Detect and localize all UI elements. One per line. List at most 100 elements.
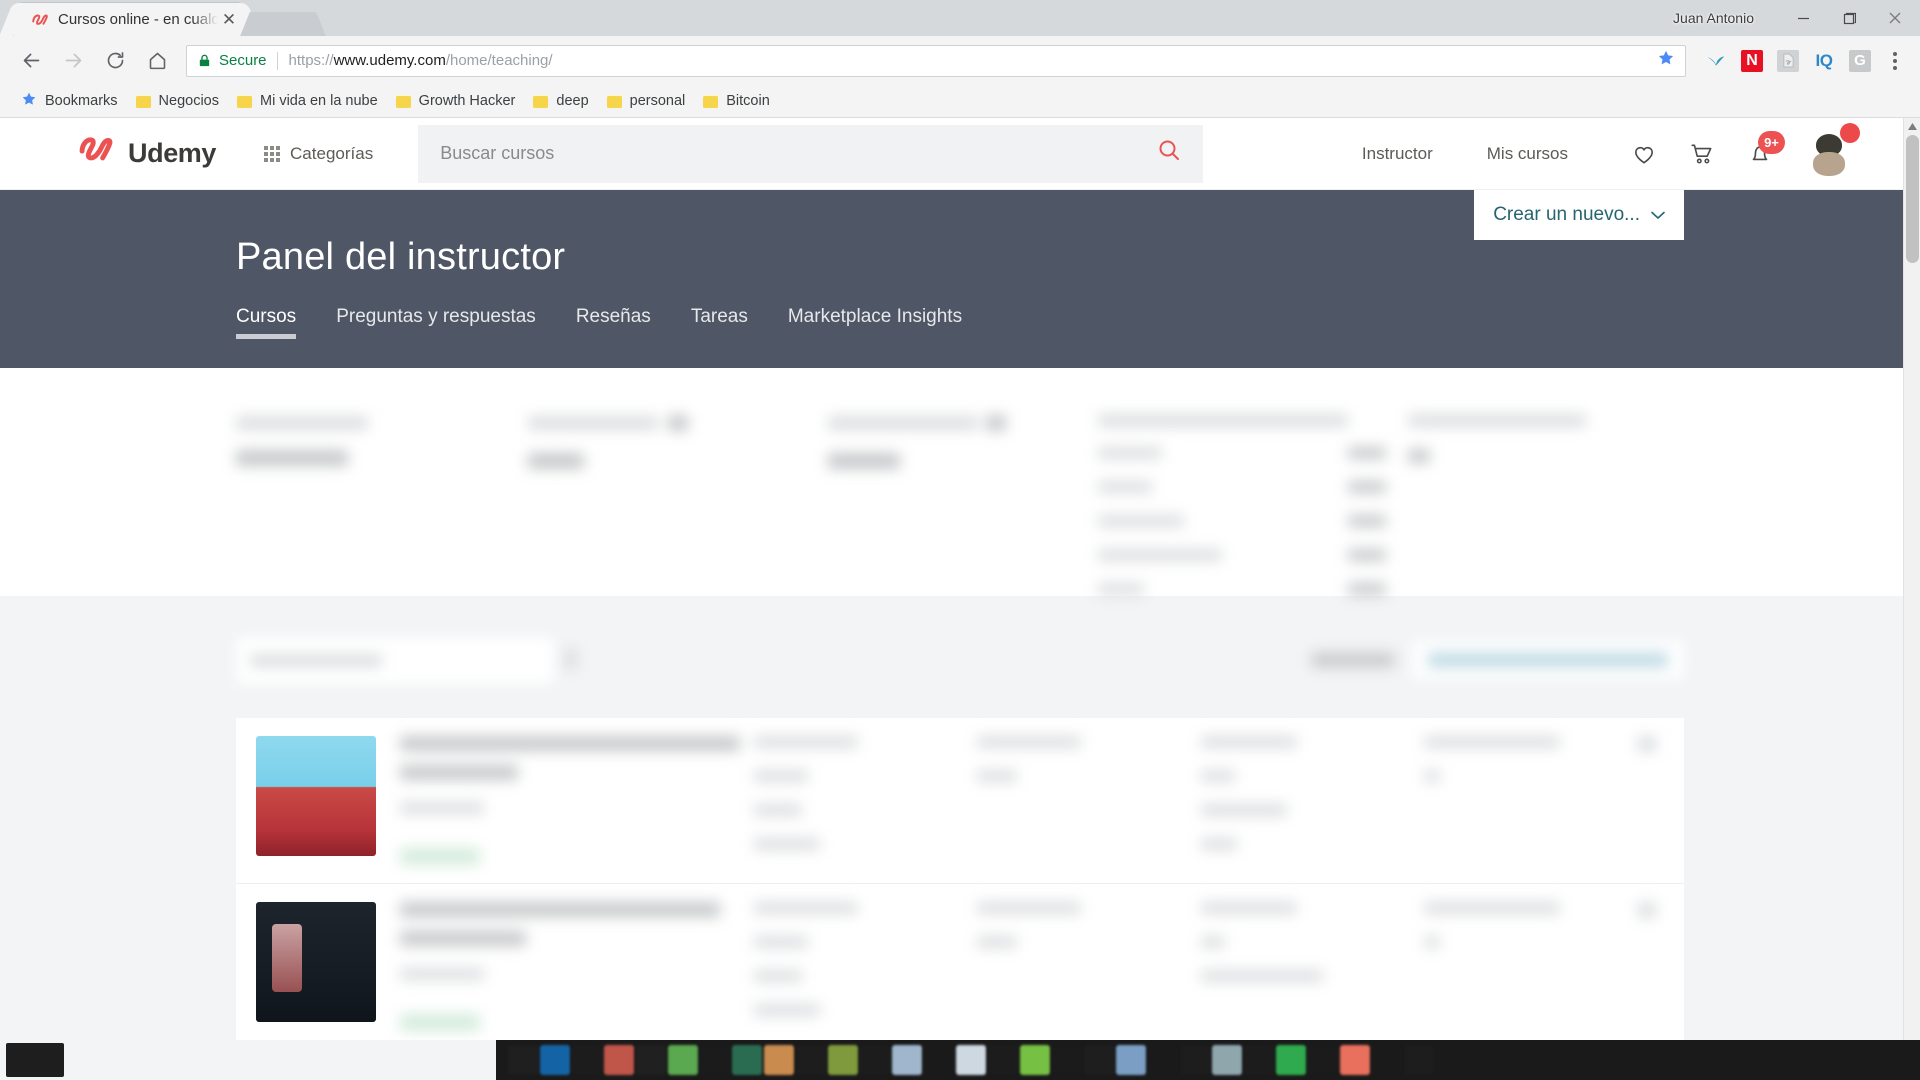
back-icon[interactable] (10, 40, 52, 82)
instructor-hero: Panel del instructor Cursos Preguntas y … (0, 190, 1920, 368)
swoosh-extension-icon[interactable] (1700, 45, 1732, 77)
home-icon[interactable] (136, 40, 178, 82)
bell-icon[interactable]: 9+ (1738, 130, 1785, 176)
course-metrics (744, 902, 1638, 1031)
avatar[interactable] (1800, 122, 1860, 183)
maximize-button[interactable] (1826, 3, 1872, 34)
search-input[interactable]: Buscar cursos (418, 124, 1204, 183)
table-row[interactable] (236, 718, 1684, 884)
tab-preguntas-y-respuestas[interactable]: Preguntas y respuestas (336, 306, 536, 339)
new-tab-placeholder[interactable] (252, 12, 314, 36)
iq-glyph: IQ (1815, 50, 1833, 70)
url-path: /home/teaching/ (445, 52, 553, 69)
taskbar-icon[interactable] (540, 1045, 570, 1075)
course-search-input[interactable] (236, 636, 554, 684)
page-viewport: Udemy Categorías Buscar cursos Instructo… (0, 118, 1920, 1080)
bookmark-star-icon[interactable] (1657, 49, 1675, 72)
taskbar-thumbnail[interactable] (6, 1043, 64, 1077)
close-window-button[interactable] (1872, 3, 1918, 34)
course-metric-col (1191, 736, 1415, 865)
taskbar-icon[interactable] (636, 1045, 666, 1075)
tab-resenas[interactable]: Reseñas (576, 306, 651, 339)
taskbar-icon[interactable] (1340, 1045, 1370, 1075)
tab-cursos[interactable]: Cursos (236, 306, 297, 339)
course-row-menu-icon[interactable] (1638, 736, 1664, 865)
taskbar-icon[interactable] (828, 1045, 858, 1075)
search-placeholder: Buscar cursos (440, 143, 555, 163)
taskbar-icon[interactable] (700, 1045, 730, 1075)
udemy-favicon (30, 10, 50, 30)
taskbar-icon[interactable] (1180, 1045, 1210, 1075)
course-metric-col (744, 902, 968, 1031)
create-new-button[interactable]: Crear un nuevo... (1474, 190, 1684, 240)
taskbar-icon[interactable] (1020, 1045, 1050, 1075)
cart-icon[interactable] (1680, 132, 1724, 176)
grammarly-extension-icon[interactable]: G (1844, 45, 1876, 77)
taskbar-icon[interactable] (1052, 1045, 1082, 1075)
taskbar-icon[interactable] (796, 1045, 826, 1075)
taskbar-icon[interactable] (924, 1045, 954, 1075)
tab-tareas[interactable]: Tareas (691, 306, 748, 339)
bookmark-item-deep[interactable]: deep (524, 88, 597, 114)
scrollbar-thumb[interactable] (1906, 135, 1919, 263)
extension-icons: N IQ G (1696, 45, 1910, 77)
folder-icon (703, 94, 719, 108)
taskbar-icon[interactable] (668, 1045, 698, 1075)
taskbar-icon[interactable] (1404, 1045, 1434, 1075)
notion-extension-icon[interactable]: N (1736, 45, 1768, 77)
taskbar-icon[interactable] (956, 1045, 986, 1075)
sort-label (1312, 653, 1394, 667)
taskbar-icon[interactable] (572, 1045, 602, 1075)
sort-dropdown[interactable] (1412, 641, 1684, 679)
heart-icon[interactable] (1622, 132, 1666, 176)
bookmark-item-mi-vida-en-la-nube[interactable]: Mi vida en la nube (228, 88, 387, 114)
taskbar-icon[interactable] (1244, 1045, 1274, 1075)
header-nav: Instructor Mis cursos 9+ (1362, 122, 1920, 183)
tab-marketplace-insights[interactable]: Marketplace Insights (788, 306, 962, 339)
categories-button[interactable]: Categorías (264, 144, 373, 164)
iq-extension-icon[interactable]: IQ (1808, 45, 1840, 77)
bookmark-item-personal[interactable]: personal (598, 88, 695, 114)
udemy-logo[interactable]: Udemy (78, 136, 216, 171)
taskbar-icon[interactable] (1084, 1045, 1114, 1075)
bookmark-item-bookmarks[interactable]: Bookmarks (12, 88, 127, 114)
taskbar-icon[interactable] (1372, 1045, 1402, 1075)
taskbar-icon[interactable] (732, 1045, 762, 1075)
taskbar-icon[interactable] (988, 1045, 1018, 1075)
forward-icon (52, 40, 94, 82)
close-tab-icon[interactable]: ✕ (218, 9, 240, 31)
course-row-menu-icon[interactable] (1638, 902, 1664, 1031)
omnibox-divider (276, 51, 278, 70)
taskbar-icon[interactable] (1116, 1045, 1146, 1075)
course-metric-col (967, 736, 1191, 865)
address-bar[interactable]: Secure https://www.udemy.com/home/teachi… (186, 44, 1686, 77)
taskbar-icon[interactable] (860, 1045, 890, 1075)
taskbar-icon[interactable] (604, 1045, 634, 1075)
browser-menu-icon[interactable] (1880, 45, 1910, 77)
pdf-glyph (1777, 49, 1799, 72)
scroll-up-arrow[interactable] (1904, 118, 1920, 135)
minimize-button[interactable] (1780, 3, 1826, 34)
folder-icon (395, 94, 411, 108)
taskbar-icon[interactable] (892, 1045, 922, 1075)
taskbar-icon[interactable] (764, 1045, 794, 1075)
page-scrollbar[interactable] (1903, 118, 1920, 1080)
taskbar-icon[interactable] (1308, 1045, 1338, 1075)
nav-link-instructor[interactable]: Instructor (1362, 144, 1433, 164)
search-icon[interactable] (1157, 138, 1181, 169)
reload-icon[interactable] (94, 40, 136, 82)
bookmark-item-bitcoin[interactable]: Bitcoin (694, 88, 779, 114)
bookmark-item-growth-hacker[interactable]: Growth Hacker (387, 88, 525, 114)
taskbar-icon[interactable] (1212, 1045, 1242, 1075)
nav-link-mis-cursos[interactable]: Mis cursos (1487, 144, 1568, 164)
browser-tab[interactable]: Cursos online - en cualqu ✕ (14, 3, 246, 36)
taskbar-icon[interactable] (1148, 1045, 1178, 1075)
course-title-cell (376, 902, 744, 1031)
table-row[interactable] (236, 884, 1684, 1050)
course-metric-col (744, 736, 968, 865)
bookmark-item-negocios[interactable]: Negocios (127, 88, 228, 114)
taskbar-icon[interactable] (508, 1045, 538, 1075)
taskbar-icon[interactable] (1276, 1045, 1306, 1075)
secure-label: Secure (219, 52, 267, 69)
filter-icon[interactable] (568, 649, 590, 671)
